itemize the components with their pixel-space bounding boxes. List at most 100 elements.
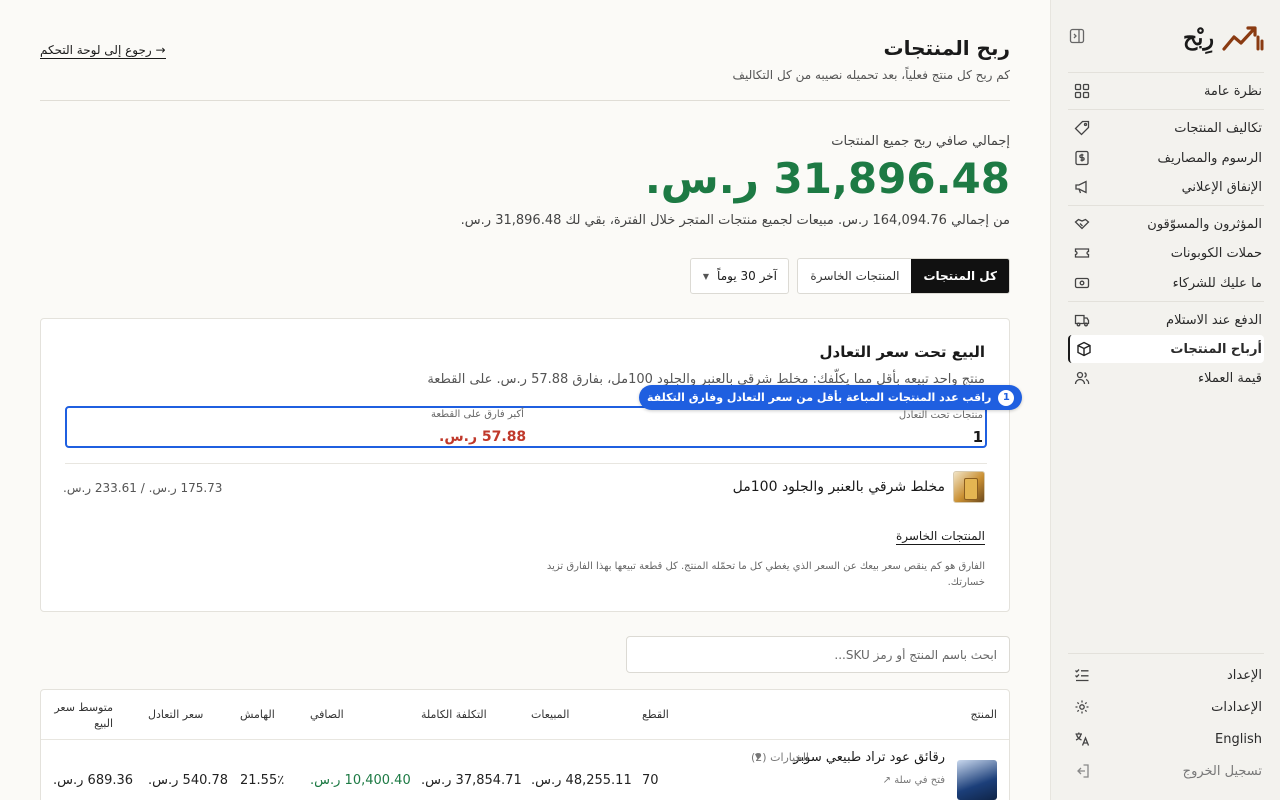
sidebar-item-fees[interactable]: الرسوم والمصاريف: [1068, 144, 1264, 172]
below-breakeven-product-row[interactable]: مخلط شرقي بالعنبر والجلود 100مل 175.73 ر…: [63, 470, 985, 504]
row-net: 10,400.40 ر.س.: [310, 773, 411, 788]
sidebar-item-label: أرباح المنتجات: [1170, 341, 1262, 357]
col-avg-price[interactable]: متوسط سعر البيع: [53, 700, 113, 732]
tab-all-products[interactable]: كل المنتجات: [911, 259, 1009, 293]
ticket-icon: [1072, 243, 1092, 263]
sidebar-item-product-costs[interactable]: تكاليف المنتجات: [1068, 114, 1264, 142]
megaphone-icon: [1072, 177, 1092, 197]
sidebar-item-label: تسجيل الخروج: [1182, 763, 1262, 779]
losing-products-link[interactable]: المنتجات الخاسرة: [895, 529, 985, 545]
truck-icon: [1072, 310, 1092, 330]
col-breakeven[interactable]: سعر التعادل: [148, 708, 203, 721]
sidebar-item-label: English: [1215, 731, 1262, 747]
tab-losing-products[interactable]: المنتجات الخاسرة: [798, 259, 911, 293]
header-divider: [40, 100, 1010, 101]
largest-gap-label: أكبر فارق على القطعة: [431, 409, 524, 420]
row-full-cost: 37,854.71 ر.س.: [421, 773, 522, 788]
filter-bar: كل المنتجات المنتجات الخاسرة آخر 30 يوما…: [690, 258, 1010, 294]
back-to-dashboard-link[interactable]: → رجوع إلى لوحة التحكم: [40, 43, 166, 59]
total-profit-value: 31,896.48 ر.س.: [644, 154, 1010, 203]
cash-icon: [1072, 273, 1092, 293]
chevron-down-icon[interactable]: ▼: [755, 752, 761, 761]
period-select[interactable]: آخر 30 يوماً ▼: [690, 258, 790, 294]
col-margin[interactable]: الهامش: [240, 708, 275, 721]
checklist-icon: [1072, 665, 1092, 685]
sidebar-item-label: تكاليف المنتجات: [1174, 120, 1262, 136]
sidebar: رِبْح نظرة عامة تكاليف المنتجات الرسوم و…: [1050, 0, 1280, 800]
sidebar-item-language[interactable]: English: [1068, 725, 1264, 753]
sidebar-item-label: قيمة العملاء: [1198, 370, 1262, 386]
onboarding-tooltip: 1 راقب عدد المنتجات المباعة بأقل من سعر …: [639, 385, 1023, 410]
row-avg-price: 689.36 ر.س.: [53, 773, 134, 788]
sidebar-item-label: الإعدادات: [1211, 699, 1262, 715]
tag-icon: [1072, 118, 1092, 138]
receipt-icon: [1072, 148, 1092, 168]
total-profit-label: إجمالي صافي ربح جميع المنتجات: [831, 134, 1010, 149]
sidebar-item-setup[interactable]: الإعداد: [1068, 661, 1264, 689]
row-product-name[interactable]: رقائق عود تراد طبيعي سوبر: [793, 750, 945, 765]
sidebar-item-overview[interactable]: نظرة عامة: [1068, 77, 1264, 105]
table-header-row: المنتج القطع المبيعات التكلفة الكاملة ال…: [41, 690, 1009, 740]
sidebar-item-cod[interactable]: الدفع عند الاستلام: [1068, 306, 1264, 334]
period-select-value: آخر 30 يوماً: [717, 269, 777, 283]
sidebar-item-label: حملات الكوبونات: [1170, 245, 1262, 261]
col-sales[interactable]: المبيعات: [531, 708, 569, 721]
row-breakeven: 540.78 ر.س.: [148, 773, 229, 788]
products-below-breakeven-value: 1: [972, 428, 983, 446]
card-title: البيع تحت سعر التعادل: [819, 343, 985, 361]
box-icon: [1074, 339, 1094, 359]
sidebar-divider: [1068, 109, 1264, 110]
row-units: 70: [642, 773, 659, 788]
col-net[interactable]: الصافي: [310, 708, 344, 721]
sidebar-item-coupons[interactable]: حملات الكوبونات: [1068, 239, 1264, 267]
sidebar-divider: [1068, 205, 1264, 206]
tooltip-text: راقب عدد المنتجات المباعة بأقل من سعر ال…: [647, 391, 992, 404]
card-footnote: الفارق هو كم ينقص سعر بيعك عن السعر الذي…: [546, 561, 985, 588]
sidebar-item-ad-spend[interactable]: الإنفاق الإعلاني: [1068, 173, 1264, 201]
users-icon: [1072, 368, 1092, 388]
card-divider: [65, 463, 987, 464]
row-margin: 21.55٪: [240, 773, 285, 788]
sidebar-item-label: الرسوم والمصاريف: [1157, 150, 1263, 166]
sidebar-collapse-icon[interactable]: [1067, 26, 1087, 46]
largest-gap-value: 57.88 ر.س.: [439, 429, 527, 445]
total-profit-subtext: من إجمالي 164,094.76 ر.س. مبيعات لجميع م…: [460, 213, 1010, 228]
brand[interactable]: رِبْح: [1183, 20, 1264, 56]
sidebar-item-label: المؤثرون والمسوّقون: [1147, 216, 1262, 232]
sidebar-item-label: الإنفاق الإعلاني: [1181, 179, 1262, 195]
language-icon: [1072, 729, 1092, 749]
sidebar-item-label: ما عليك للشركاء: [1172, 275, 1262, 291]
handshake-icon: [1072, 214, 1092, 234]
row-product-thumbnail: [957, 760, 997, 800]
product-price-vs-breakeven: 175.73 ر.س. / 233.61 ر.س.: [63, 481, 223, 495]
col-units[interactable]: القطع: [642, 708, 669, 721]
gear-icon: [1072, 697, 1092, 717]
col-full-cost[interactable]: التكلفة الكاملة: [421, 708, 487, 721]
sidebar-item-influencers[interactable]: المؤثرون والمسوّقون: [1068, 210, 1264, 238]
sidebar-divider: [1068, 653, 1264, 654]
main-content: ربح المنتجات كم ربح كل منتج فعلياً، بعد …: [40, 0, 1023, 800]
breakeven-stats-box: منتجات تحت التعادل 1 أكبر فارق على القطع…: [65, 406, 987, 448]
chevron-down-icon: ▼: [702, 271, 710, 281]
products-table: المنتج القطع المبيعات التكلفة الكاملة ال…: [40, 689, 1010, 800]
sidebar-item-label: نظرة عامة: [1203, 83, 1262, 99]
sidebar-item-settings[interactable]: الإعدادات: [1068, 693, 1264, 721]
page-title: ربح المنتجات: [883, 36, 1010, 60]
row-sales: 48,255.11 ر.س.: [531, 773, 632, 788]
sidebar-item-partners-due[interactable]: ما عليك للشركاء: [1068, 269, 1264, 297]
open-in-store-link[interactable]: فتح في سلة ↗: [883, 775, 945, 786]
sidebar-divider: [1068, 72, 1264, 73]
col-product[interactable]: المنتج: [970, 708, 997, 721]
product-thumbnail: [953, 471, 985, 503]
sidebar-item-logout[interactable]: تسجيل الخروج: [1068, 757, 1264, 785]
grid-icon: [1072, 81, 1092, 101]
product-filter-tabs: كل المنتجات المنتجات الخاسرة: [797, 258, 1010, 294]
brand-name: رِبْح: [1183, 25, 1214, 51]
sidebar-item-customer-value[interactable]: قيمة العملاء: [1068, 364, 1264, 392]
product-search-input[interactable]: [626, 636, 1010, 673]
products-below-breakeven-label: منتجات تحت التعادل: [898, 410, 983, 421]
trend-chart-logo-icon: [1222, 23, 1264, 53]
logout-icon: [1072, 761, 1092, 781]
sidebar-item-product-profit[interactable]: أرباح المنتجات: [1068, 335, 1264, 363]
sidebar-item-label: الدفع عند الاستلام: [1166, 312, 1262, 328]
